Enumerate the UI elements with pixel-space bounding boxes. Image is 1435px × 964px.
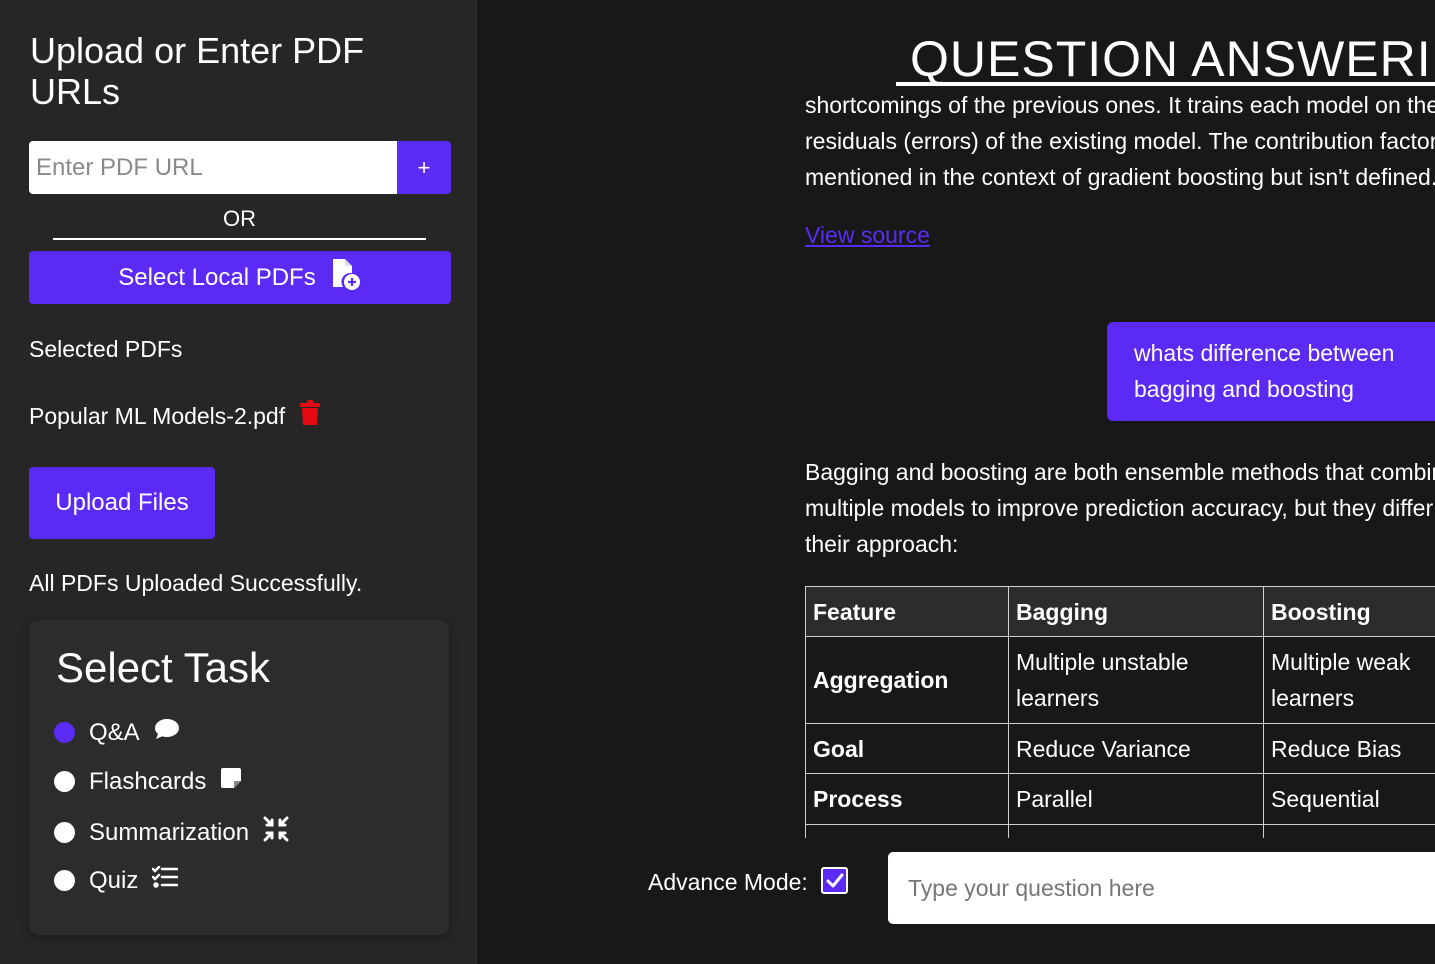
upload-files-button[interactable]: Upload Files [29, 467, 215, 539]
table-cell: Sequential [1263, 773, 1435, 825]
checklist-icon [152, 865, 179, 895]
task-option-qa[interactable]: Q&A [54, 718, 180, 747]
table-row [805, 824, 1435, 838]
table-header-cell: Feature [805, 586, 1009, 637]
selected-file-item: Popular ML Models-2.pdf [29, 400, 321, 432]
table-cell: Goal [805, 723, 1009, 774]
add-url-button[interactable]: + [397, 141, 451, 194]
sticky-note-icon [220, 767, 242, 796]
select-task-title: Select Task [56, 644, 270, 691]
table-header-row: Feature Bagging Boosting [805, 586, 1435, 637]
task-option-label: Flashcards [89, 767, 207, 795]
table-cell: Multiple weak learners [1263, 636, 1435, 724]
table-cell [805, 824, 1009, 838]
user-question-bubble: whats difference between bagging and boo… [1107, 322, 1435, 421]
table-cell: Parallel [1008, 773, 1264, 825]
selected-pdfs-title: Selected PDFs [29, 336, 183, 362]
compress-icon [263, 816, 289, 849]
question-input[interactable] [888, 852, 1435, 924]
radio-unselected[interactable] [54, 822, 75, 843]
file-name: Popular ML Models-2.pdf [29, 402, 286, 429]
table-header-cell: Boosting [1263, 586, 1435, 637]
table-row: Goal Reduce Variance Reduce Bias [805, 723, 1435, 774]
table-cell: Multiple unstable learners [1008, 636, 1264, 724]
sidebar-title: Upload or Enter PDF URLs [30, 30, 365, 112]
answer-line: residuals (errors) of the existing model… [805, 128, 1435, 154]
main-panel: QUESTION ANSWERING shortcomings of the p… [478, 0, 1435, 964]
url-input-row: + [29, 141, 451, 194]
chat-bubble-icon [154, 718, 180, 747]
or-divider-line [53, 238, 426, 240]
sidebar: Upload or Enter PDF URLs + OR Select Loc… [0, 0, 477, 964]
table-cell: Aggregation [805, 636, 1009, 724]
task-option-label: Summarization [89, 818, 250, 846]
pdf-url-input[interactable] [29, 141, 397, 194]
table-row: Aggregation Multiple unstable learners M… [805, 636, 1435, 724]
table-header-cell: Bagging [1008, 586, 1264, 637]
select-local-label: Select Local PDFs [118, 263, 316, 291]
advance-mode-label: Advance Mode: [648, 869, 808, 895]
comparison-table: Feature Bagging Boosting Aggregation Mul… [805, 586, 1435, 838]
answer-line: multiple models to improve prediction ac… [805, 495, 1435, 521]
answer-line: their approach: [805, 531, 959, 557]
assistant-answer-2: Bagging and boosting are both ensemble m… [805, 454, 1435, 562]
radio-unselected[interactable] [54, 771, 75, 792]
table-row: Process Parallel Sequential [805, 773, 1435, 825]
table-cell: Reduce Bias [1263, 723, 1435, 774]
task-option-label: Quiz [89, 866, 139, 894]
file-add-icon [328, 257, 362, 298]
task-option-summarization[interactable]: Summarization [54, 816, 289, 849]
table-cell [1263, 824, 1435, 838]
table-cell: Reduce Variance [1008, 723, 1264, 774]
page-title: QUESTION ANSWERING [910, 31, 1435, 87]
upload-status-text: All PDFs Uploaded Successfully. [29, 570, 363, 596]
table-cell [1008, 824, 1264, 838]
trash-icon[interactable] [299, 400, 321, 432]
task-option-label: Q&A [89, 718, 140, 746]
answer-line: shortcomings of the previous ones. It tr… [805, 92, 1435, 118]
table-cell: Process [805, 773, 1009, 825]
user-question-text: whats difference between bagging and boo… [1134, 340, 1395, 402]
radio-unselected[interactable] [54, 870, 75, 891]
checkmark-icon [826, 873, 843, 887]
view-source-link[interactable]: View source [805, 222, 930, 249]
radio-selected[interactable] [54, 722, 75, 743]
answer-line: Bagging and boosting are both ensemble m… [805, 459, 1435, 485]
task-option-flashcards[interactable]: Flashcards [54, 767, 242, 796]
select-task-card: Select Task Q&A Flashcards Summarization [29, 620, 449, 935]
advance-mode-checkbox[interactable] [821, 867, 848, 894]
select-local-pdfs-button[interactable]: Select Local PDFs [29, 251, 451, 304]
assistant-answer-1: shortcomings of the previous ones. It tr… [805, 87, 1435, 195]
chat-area[interactable]: shortcomings of the previous ones. It tr… [805, 86, 1435, 838]
or-divider-label: OR [223, 206, 256, 231]
task-option-quiz[interactable]: Quiz [54, 865, 179, 895]
answer-line: mentioned in the context of gradient boo… [805, 164, 1435, 190]
